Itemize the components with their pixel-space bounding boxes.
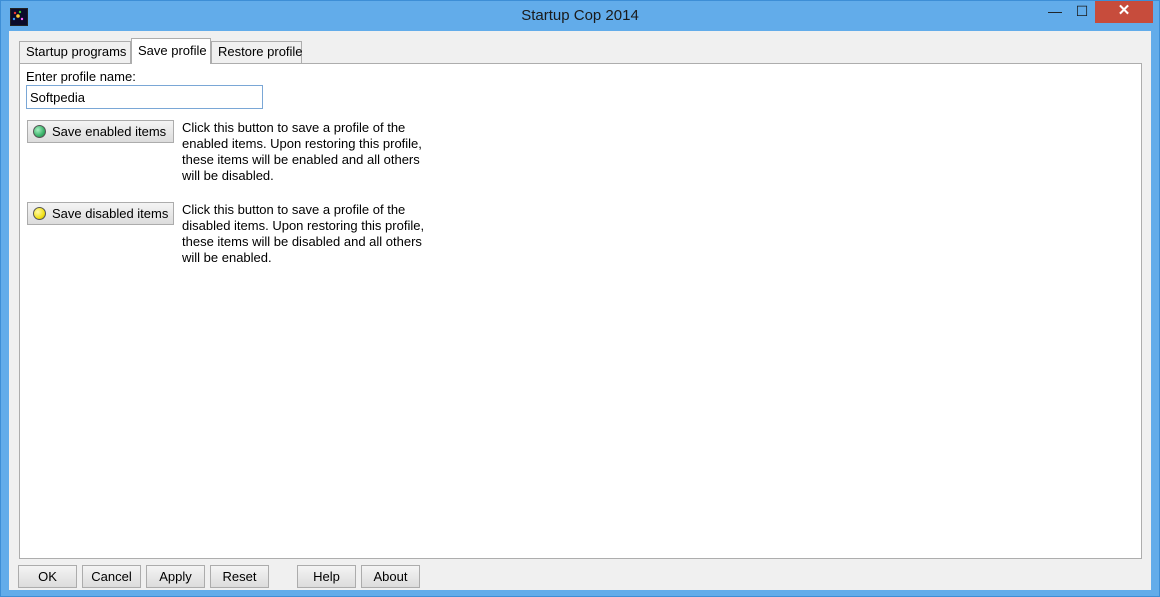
save-disabled-items-button[interactable]: Save disabled items <box>27 202 174 225</box>
app-window: Startup Cop 2014 — ☐ ✕ Startup programs … <box>0 0 1160 597</box>
save-enabled-items-label: Save enabled items <box>52 124 167 139</box>
cancel-button[interactable]: Cancel <box>82 565 141 588</box>
title-bar[interactable]: Startup Cop 2014 — ☐ ✕ <box>1 1 1159 31</box>
tab-restore-profile[interactable]: Restore profile <box>211 41 303 63</box>
profile-name-label: Enter profile name: <box>26 69 136 84</box>
client-area: Startup programs Save profile Restore pr… <box>9 31 1151 590</box>
save-disabled-items-label: Save disabled items <box>52 206 169 221</box>
save-disabled-description: Click this button to save a profile of t… <box>182 202 425 265</box>
minimize-button[interactable]: — <box>1042 1 1068 23</box>
reset-button[interactable]: Reset <box>210 565 269 588</box>
green-dot-icon <box>33 125 46 138</box>
save-profile-panel: Enter profile name: Save enabled items C… <box>19 63 1142 559</box>
close-button[interactable]: ✕ <box>1095 1 1153 23</box>
window-title: Startup Cop 2014 <box>521 7 639 24</box>
yellow-dot-icon <box>33 207 46 220</box>
maximize-button[interactable]: ☐ <box>1069 1 1095 23</box>
profile-name-input[interactable] <box>26 85 263 109</box>
about-button[interactable]: About <box>361 565 420 588</box>
help-button[interactable]: Help <box>297 565 356 588</box>
save-enabled-description: Click this button to save a profile of t… <box>182 120 422 183</box>
tab-save-profile[interactable]: Save profile <box>131 38 211 64</box>
tab-startup-programs[interactable]: Startup programs <box>19 41 131 63</box>
apply-button[interactable]: Apply <box>146 565 205 588</box>
save-enabled-items-button[interactable]: Save enabled items <box>27 120 174 143</box>
ok-button[interactable]: OK <box>18 565 77 588</box>
